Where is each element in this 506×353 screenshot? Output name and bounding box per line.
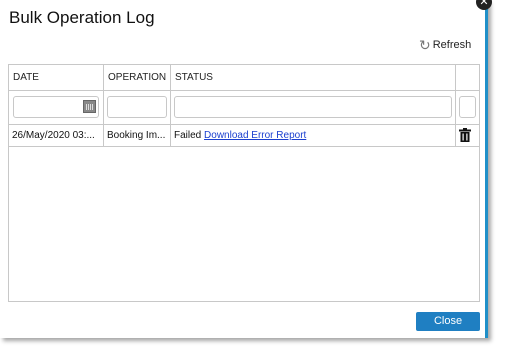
status-filter-input[interactable]	[174, 96, 452, 118]
column-header-status[interactable]: STATUS	[171, 65, 456, 90]
operation-filter-input[interactable]	[107, 96, 167, 118]
close-button[interactable]: Close	[416, 312, 480, 331]
actions-filter-cell	[456, 91, 480, 124]
dialog-title: Bulk Operation Log	[9, 8, 155, 27]
delete-icon[interactable]	[459, 128, 471, 142]
row-operation: Booking Im...	[104, 125, 171, 146]
refresh-button[interactable]: ↻ Refresh	[419, 37, 472, 53]
operation-filter-cell	[104, 91, 171, 124]
bulk-operation-dialog: Bulk Operation Log ✕ ↻ Refresh DATE OPER…	[0, 0, 492, 338]
column-header-actions	[456, 65, 480, 90]
log-table: DATE OPERATION STATUS 26/May/2020 03:...	[8, 64, 480, 302]
refresh-icon: ↻	[419, 37, 431, 53]
refresh-label: Refresh	[432, 39, 472, 51]
actions-filter-input[interactable]	[459, 96, 476, 118]
calendar-icon[interactable]	[83, 100, 96, 113]
column-header-date[interactable]: DATE	[9, 65, 104, 90]
row-status: Failed Download Error Report	[171, 125, 456, 146]
table-row[interactable]: 26/May/2020 03:... Booking Im... Failed …	[9, 125, 479, 147]
status-filter-cell	[171, 91, 456, 124]
table-header: DATE OPERATION STATUS	[9, 65, 479, 91]
download-error-report-link[interactable]: Download Error Report	[204, 130, 306, 141]
filter-row	[9, 91, 479, 125]
date-filter-input[interactable]	[13, 96, 99, 118]
column-header-operation[interactable]: OPERATION	[104, 65, 171, 90]
row-date: 26/May/2020 03:...	[9, 125, 104, 146]
close-icon[interactable]: ✕	[476, 0, 492, 10]
date-filter-cell	[9, 91, 104, 124]
status-text: Failed	[174, 130, 202, 141]
